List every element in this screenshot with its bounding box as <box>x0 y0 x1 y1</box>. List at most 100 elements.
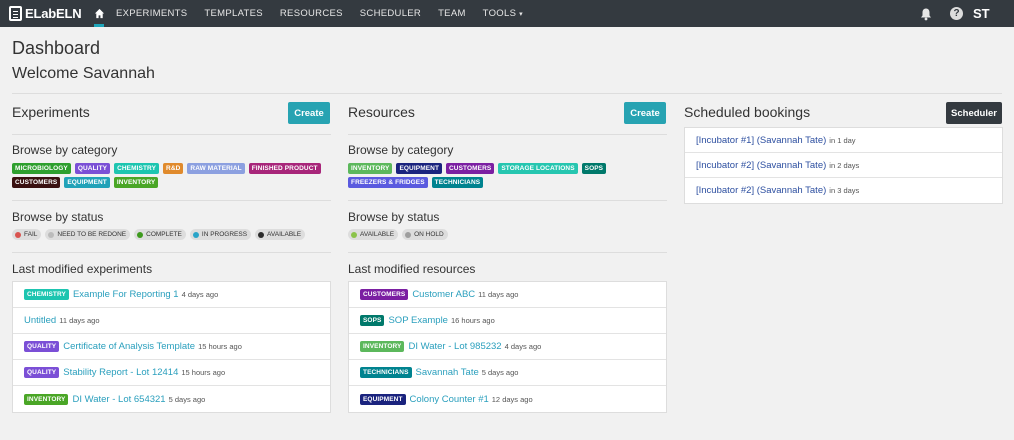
status-chip-in-progress[interactable]: IN PROGRESS <box>189 229 252 240</box>
welcome-message: Welcome Savannah <box>12 65 155 82</box>
status-chip-available[interactable]: AVAILABLE <box>255 229 306 240</box>
item-timestamp: 5 days ago <box>168 394 206 404</box>
user-menu[interactable]: ST <box>973 6 995 21</box>
item-timestamp: 4 days ago <box>181 290 219 299</box>
booking-time: in 3 days <box>829 186 860 195</box>
list-item: CUSTOMERS Customer ABC 11 days ago <box>349 282 666 308</box>
status-dot-icon <box>15 231 21 238</box>
category-tag-customers[interactable]: CUSTOMERS <box>12 177 61 188</box>
item-link[interactable]: Stability Report - Lot 12414 <box>63 367 178 378</box>
item-link[interactable]: Savannah Tate <box>416 367 479 378</box>
notebook-icon <box>9 6 22 21</box>
category-tag-equipment[interactable]: EQUIPMENT <box>396 163 443 174</box>
booking-link[interactable]: [Incubator #2] (Savannah Tate) <box>696 185 826 196</box>
item-link[interactable]: DI Water - Lot 654321 <box>72 394 165 405</box>
category-tag-microbiology[interactable]: MICROBIOLOGY <box>12 163 71 174</box>
scheduler-button[interactable]: Scheduler <box>946 102 1002 124</box>
top-navbar: ELabELN EXPERIMENTS TEMPLATES RESOURCES … <box>0 0 1014 27</box>
category-tag-chemistry[interactable]: CHEMISTRY <box>114 163 160 174</box>
category-tag-sops[interactable]: SOPS <box>581 163 607 174</box>
recent-resources-list: CUSTOMERS Customer ABC 11 days ago SOPS SOP … <box>348 281 667 413</box>
category-tag-randd[interactable]: R&D <box>163 163 184 174</box>
booking-time: in 1 day <box>829 135 856 145</box>
item-timestamp: 11 days ago <box>478 290 519 299</box>
item-category-tag[interactable]: EQUIPMENT <box>360 393 406 405</box>
category-tag-raw-material[interactable]: RAW MATERIAL <box>187 163 245 174</box>
list-item: EQUIPMENT Colony Counter #1 12 days ago <box>349 386 666 412</box>
nav-templates[interactable]: TEMPLATES <box>204 8 262 19</box>
item-category-tag[interactable]: INVENTORY <box>360 341 405 352</box>
status-chip-need-to-be-redone[interactable]: NEED TO BE REDONE <box>45 229 131 240</box>
nav-experiments[interactable]: EXPERIMENTS <box>116 8 187 19</box>
browse-by-category-title: Browse by category <box>348 143 454 157</box>
divider <box>12 134 331 135</box>
category-tag-freezers-and-fridges[interactable]: FREEZERS & FRIDGES <box>348 177 428 188</box>
nav-tools-dropdown[interactable]: TOOLS ▾ <box>483 8 523 19</box>
item-category-tag[interactable]: CHEMISTRY <box>24 289 69 300</box>
booking-item: [Incubator #1] (Savannah Tate) in 1 day <box>685 128 1002 153</box>
item-timestamp: 15 hours ago <box>181 368 226 377</box>
status-chip-complete[interactable]: COMPLETE <box>134 229 186 240</box>
nav-team[interactable]: TEAM <box>438 8 466 19</box>
booking-item: [Incubator #2] (Savannah Tate) in 2 days <box>685 153 1002 178</box>
status-chip-on-hold[interactable]: ON HOLD <box>402 229 448 240</box>
divider <box>348 200 667 201</box>
status-label: IN PROGRESS <box>201 231 248 238</box>
divider <box>348 134 667 135</box>
status-chip-fail[interactable]: FAIL <box>12 229 42 240</box>
recent-experiments-list: CHEMISTRY Example For Reporting 14 days a… <box>12 281 331 413</box>
list-item: SOPS SOP Example 16 hours ago <box>349 308 666 334</box>
category-tag-storage-locations[interactable]: STORAGE LOCATIONS <box>498 163 578 174</box>
category-tag-inventory[interactable]: INVENTORY <box>348 163 393 174</box>
divider <box>12 252 331 253</box>
item-link[interactable]: Example For Reporting 1 <box>73 289 179 300</box>
item-timestamp: 12 days ago <box>491 394 533 404</box>
item-category-tag[interactable]: INVENTORY <box>24 393 69 405</box>
page-title: Dashboard <box>12 38 101 58</box>
status-dot-icon <box>137 231 144 238</box>
divider <box>12 200 331 201</box>
item-link[interactable]: DI Water - Lot 985232 <box>408 341 501 352</box>
status-label: AVAILABLE <box>360 231 395 238</box>
item-category-tag[interactable]: QUALITY <box>24 367 60 378</box>
nav-home[interactable] <box>89 0 109 27</box>
nav-resources[interactable]: RESOURCES <box>280 8 343 19</box>
status-label: COMPLETE <box>146 231 182 238</box>
resources-title: Resources <box>348 104 415 120</box>
item-timestamp: 5 days ago <box>481 368 519 377</box>
item-category-tag[interactable]: TECHNICIANS <box>360 367 412 378</box>
category-tag-technicians[interactable]: TECHNICIANS <box>431 177 484 188</box>
create-resource-button[interactable]: Create <box>624 102 666 124</box>
nav-scheduler[interactable]: SCHEDULER <box>360 8 421 19</box>
nav-tools-label: TOOLS <box>482 8 517 19</box>
category-tag-inventory[interactable]: INVENTORY <box>113 177 159 188</box>
status-chips: AVAILABLE ON HOLD <box>348 229 448 240</box>
category-tags: MICROBIOLOGY QUALITY CHEMISTRY R&D RAW MATER… <box>12 163 322 188</box>
status-dot-icon <box>351 231 357 238</box>
help-icon[interactable]: ? <box>950 7 963 20</box>
category-tag-equipment[interactable]: EQUIPMENT <box>64 177 110 188</box>
item-link[interactable]: Customer ABC <box>412 289 475 300</box>
list-item: QUALITY Stability Report - Lot 12414 15 ho… <box>13 360 330 386</box>
booking-link[interactable]: [Incubator #1] (Savannah Tate) <box>696 135 826 146</box>
item-link[interactable]: Colony Counter #1 <box>410 394 489 405</box>
divider <box>348 252 667 253</box>
category-tag-customers[interactable]: CUSTOMERS <box>446 163 495 174</box>
item-link[interactable]: SOP Example <box>388 315 448 326</box>
booking-link[interactable]: [Incubator #2] (Savannah Tate) <box>696 160 826 171</box>
item-category-tag[interactable]: QUALITY <box>24 341 60 352</box>
item-link[interactable]: Untitled <box>24 315 56 326</box>
item-category-tag[interactable]: SOPS <box>360 315 385 326</box>
brand-name: ELabELN <box>25 6 82 21</box>
item-link[interactable]: Certificate of Analysis Template <box>63 341 195 352</box>
category-tag-quality[interactable]: QUALITY <box>74 163 111 174</box>
caret-down-icon: ▾ <box>519 11 523 18</box>
category-tag-finished-product[interactable]: FINISHED PRODUCT <box>248 163 321 174</box>
list-item: Untitled 11 days ago <box>13 308 330 334</box>
create-experiment-button[interactable]: Create <box>288 102 330 124</box>
divider <box>12 93 1002 94</box>
status-chip-available[interactable]: AVAILABLE <box>348 229 399 240</box>
bell-icon[interactable] <box>919 7 933 21</box>
brand-logo[interactable]: ELabELN <box>9 6 83 21</box>
item-category-tag[interactable]: CUSTOMERS <box>360 289 409 300</box>
